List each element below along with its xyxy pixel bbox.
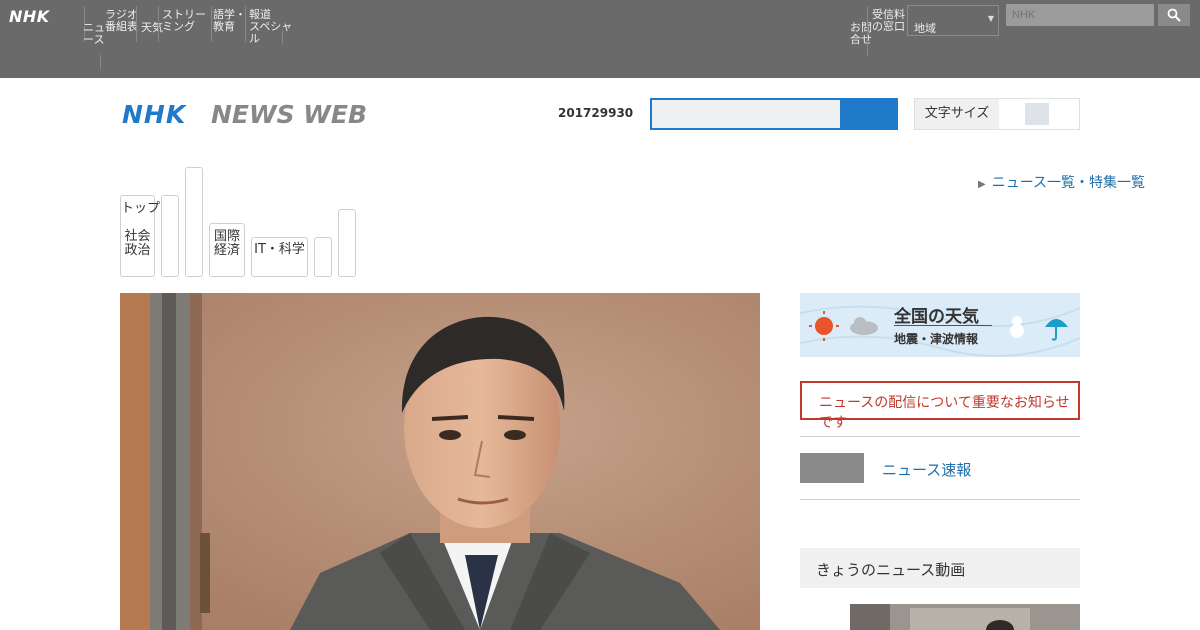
important-notice[interactable]: ニュースの配信について重要なお知らせです: [800, 381, 1080, 431]
breaking-news-link[interactable]: ニュース速報: [882, 459, 971, 480]
region-select[interactable]: 地域 ▼: [907, 5, 999, 36]
divider: [800, 499, 1080, 500]
date-code: 201729930: [558, 106, 634, 120]
tab-7[interactable]: [338, 209, 356, 277]
tab-top[interactable]: トップ 社会 政治: [120, 195, 160, 277]
global-nav-streaming[interactable]: ストリー ミング: [161, 9, 207, 33]
video-thumbnail[interactable]: [850, 604, 1080, 630]
breaking-news-button[interactable]: [800, 453, 864, 483]
tab-international[interactable]: 国際 経済: [209, 223, 245, 277]
news-search: [650, 98, 898, 130]
portrait-photo: [120, 293, 760, 630]
thumbnail-image: [850, 604, 1080, 630]
global-header-bar: NHK ニュ ース ラジオ 番組表 天気 ストリー ミング 語学・ 教育 報道 …: [0, 0, 1200, 78]
nhk-logo[interactable]: NHK: [9, 7, 50, 26]
divider: [894, 325, 992, 326]
news-search-input[interactable]: [650, 98, 842, 130]
tab-2[interactable]: [161, 195, 179, 277]
search-icon: [1167, 8, 1181, 22]
divider: [800, 436, 1080, 437]
triangle-right-icon: ▶: [978, 179, 986, 190]
tab-3[interactable]: [185, 167, 203, 277]
global-search-input[interactable]: [1006, 4, 1154, 26]
news-list-link[interactable]: ▶ ニュース一覧・特集一覧: [978, 172, 1145, 192]
weather-banner[interactable]: 全国の天気 地震・津波情報: [800, 293, 1080, 357]
font-size-toggle[interactable]: 文字サイズ: [914, 98, 1080, 130]
global-search-button[interactable]: [1158, 4, 1190, 26]
global-nav-education[interactable]: 語学・ 教育: [212, 9, 247, 33]
global-nav-fee[interactable]: 受信料 の窓口: [871, 9, 906, 33]
global-nav-news[interactable]: ニュ ース: [82, 22, 106, 46]
font-size-label: 文字サイズ: [915, 99, 999, 129]
tab-it-science[interactable]: IT・科学: [251, 237, 308, 277]
global-nav-special[interactable]: 報道 スペシャ ル: [248, 9, 293, 45]
hero-image[interactable]: [120, 293, 760, 630]
weather-subtitle: 地震・津波情報: [894, 332, 979, 346]
global-nav-contact[interactable]: お問 合せ: [849, 22, 873, 46]
global-nav-radio[interactable]: ラジオ 番組表: [104, 9, 139, 33]
chevron-down-icon: ▼: [987, 14, 994, 23]
news-search-button[interactable]: [840, 98, 898, 130]
toggle-knob[interactable]: [1025, 103, 1049, 125]
tab-6[interactable]: [314, 237, 332, 277]
weather-title: 全国の天気: [894, 307, 979, 327]
video-panel-heading: きょうのニュース動画: [800, 548, 1080, 588]
